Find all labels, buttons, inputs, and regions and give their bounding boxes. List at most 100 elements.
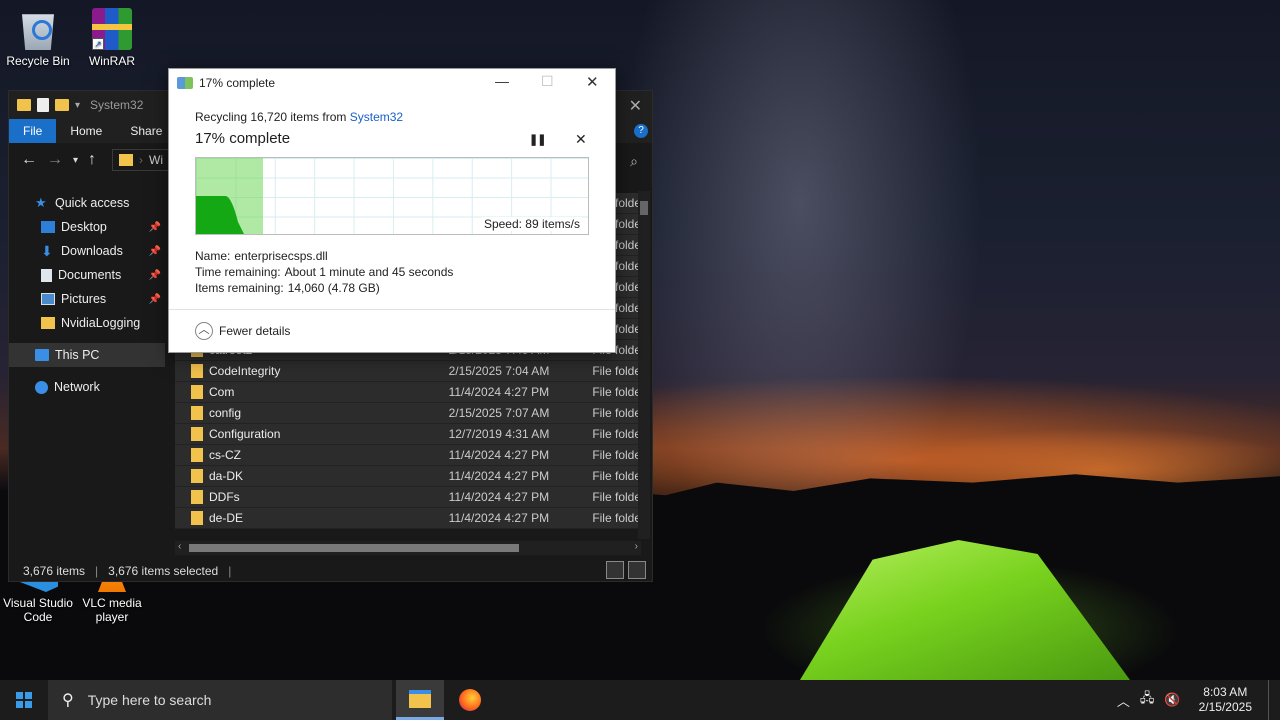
scrollbar-thumb[interactable] <box>189 544 519 552</box>
close-icon[interactable]: ✕ <box>629 96 642 116</box>
status-selected-count: 3,676 items selected <box>108 564 219 578</box>
sidebar-item-network[interactable]: Network <box>9 375 165 399</box>
folder-icon <box>191 385 203 399</box>
tab-file[interactable]: File <box>9 119 57 143</box>
file-name: Com <box>208 385 235 399</box>
file-name: cs-CZ <box>208 448 241 462</box>
taskbar-search-box[interactable]: ⚲ Type here to search <box>48 680 392 720</box>
desktop-icon-winrar[interactable]: ↗ WinRAR <box>74 8 150 68</box>
percent-complete: 17% complete <box>195 130 291 147</box>
show-desktop-button[interactable] <box>1268 680 1272 720</box>
pin-icon[interactable]: 📌 <box>149 246 161 257</box>
file-date: 12/7/2019 4:31 AM <box>448 427 550 441</box>
sidebar-item-this-pc[interactable]: This PC <box>9 343 165 367</box>
file-name: Configuration <box>208 427 281 441</box>
pin-icon[interactable]: 📌 <box>149 294 161 305</box>
file-date: 2/15/2025 7:07 AM <box>448 406 550 420</box>
scroll-left-icon[interactable]: ‹ <box>178 541 181 552</box>
start-button[interactable] <box>0 680 48 720</box>
divider <box>169 309 615 310</box>
vertical-scrollbar[interactable] <box>638 191 650 539</box>
sidebar-item-documents[interactable]: Documents 📌 <box>9 263 165 287</box>
customize-toolbar-icon[interactable]: ▾ <box>75 100 80 111</box>
recycle-bin-icon <box>22 14 54 50</box>
details-view-button[interactable] <box>606 561 624 579</box>
desktop-icon-label: Recycle Bin <box>6 54 70 68</box>
desktop-icon <box>41 221 55 233</box>
close-icon[interactable]: ✕ <box>586 73 599 91</box>
properties-icon[interactable] <box>37 98 49 112</box>
sidebar-item-label: Quick access <box>55 196 130 210</box>
desktop-icon-label: VLC media player <box>82 596 142 624</box>
sidebar-item-label: Pictures <box>61 292 107 306</box>
operation-description: Recycling 16,720 items from System32 <box>195 110 403 124</box>
taskbar-firefox[interactable] <box>446 680 494 720</box>
sidebar-item-quick-access[interactable]: ★ Quick access <box>9 191 165 215</box>
scrollbar-thumb[interactable] <box>640 201 648 215</box>
sidebar-item-label: This PC <box>55 348 100 362</box>
operation-text: Recycling 16,720 items from <box>195 110 350 124</box>
desktop-icon-recycle-bin[interactable]: Recycle Bin <box>0 8 76 68</box>
table-row[interactable]: de-DE 11/4/2024 4:27 PM File folde <box>175 508 641 529</box>
file-date: 11/4/2024 4:27 PM <box>448 490 550 504</box>
file-operation-icon <box>177 77 193 89</box>
search-icon: ⚲ <box>62 692 74 709</box>
status-bar: 3,676 items | 3,676 items selected | <box>9 559 652 583</box>
pin-icon[interactable]: 📌 <box>149 222 161 233</box>
navigation-pane: ★ Quick access Desktop 📌 ⬇ Downloads 📌 D… <box>9 191 165 561</box>
fewer-details-button[interactable]: ︿ Fewer details <box>195 322 290 340</box>
pin-icon[interactable]: 📌 <box>149 270 161 281</box>
folder-icon <box>191 490 203 504</box>
table-row[interactable]: Com 11/4/2024 4:27 PM File folde <box>175 382 641 403</box>
file-name: config <box>208 406 242 420</box>
file-type: File folde <box>592 448 641 462</box>
file-type: File folde <box>592 385 641 399</box>
source-folder-link[interactable]: System32 <box>350 110 403 124</box>
clock[interactable]: 8:03 AM 2/15/2025 <box>1199 685 1252 715</box>
network-icon[interactable]: 🖧 <box>1140 689 1155 711</box>
sidebar-item-downloads[interactable]: ⬇ Downloads 📌 <box>9 239 165 263</box>
breadcrumb-path: Wi <box>149 153 164 167</box>
horizontal-scrollbar[interactable]: ‹ › <box>175 541 641 555</box>
file-date: 11/4/2024 4:27 PM <box>448 511 550 525</box>
table-row[interactable]: DDFs 11/4/2024 4:27 PM File folde <box>175 487 641 508</box>
file-date: 11/4/2024 4:27 PM <box>448 448 550 462</box>
folder-icon <box>17 99 31 111</box>
recent-locations-chevron-icon[interactable]: ▾ <box>73 155 78 166</box>
help-icon[interactable]: ? <box>634 124 648 138</box>
network-icon <box>35 380 48 394</box>
new-folder-icon[interactable] <box>55 99 69 111</box>
sidebar-item-desktop[interactable]: Desktop 📌 <box>9 215 165 239</box>
volume-muted-icon[interactable]: 🔇 <box>1164 692 1180 708</box>
items-remaining-value: 14,060 (4.78 GB) <box>287 281 380 295</box>
large-icons-view-button[interactable] <box>628 561 646 579</box>
back-arrow-icon[interactable]: ← <box>21 151 37 169</box>
windows-logo-icon <box>16 692 32 708</box>
operation-details: Name: enterprisecsps.dll Time remaining: A… <box>195 248 453 296</box>
search-icon[interactable]: ⌕ <box>630 153 638 170</box>
taskbar-file-explorer[interactable] <box>396 680 444 720</box>
computer-icon <box>35 349 49 361</box>
table-row[interactable]: config 2/15/2025 7:07 AM File folde <box>175 403 641 424</box>
table-row[interactable]: cs-CZ 11/4/2024 4:27 PM File folde <box>175 445 641 466</box>
file-list-rows: catroot22/15/2025 7:49 AMFile foldeCodeI… <box>175 340 641 529</box>
file-name: de-DE <box>208 511 243 525</box>
shortcut-arrow-icon: ↗ <box>92 38 104 50</box>
up-arrow-icon[interactable]: ↑ <box>88 151 96 169</box>
sidebar-item-nvidialogging[interactable]: NvidiaLogging <box>9 311 165 335</box>
pictures-icon <box>41 293 55 305</box>
folder-icon <box>119 154 134 166</box>
file-type: File folde <box>592 511 641 525</box>
forward-arrow-icon[interactable]: → <box>47 151 63 169</box>
table-row[interactable]: CodeIntegrity 2/15/2025 7:04 AM File folde <box>175 361 641 382</box>
chevron-up-icon[interactable]: ︿ <box>1117 691 1130 710</box>
tab-home[interactable]: Home <box>56 119 116 143</box>
minimize-icon[interactable]: — <box>495 73 509 89</box>
table-row[interactable]: da-DK 11/4/2024 4:27 PM File folde <box>175 466 641 487</box>
pause-icon[interactable]: ❚❚ <box>529 133 546 146</box>
cancel-icon[interactable]: ✕ <box>575 131 587 148</box>
scroll-right-icon[interactable]: › <box>635 541 638 552</box>
sidebar-item-pictures[interactable]: Pictures 📌 <box>9 287 165 311</box>
table-row[interactable]: Configuration 12/7/2019 4:31 AM File folde <box>175 424 641 445</box>
name-label: Name: <box>195 249 231 263</box>
